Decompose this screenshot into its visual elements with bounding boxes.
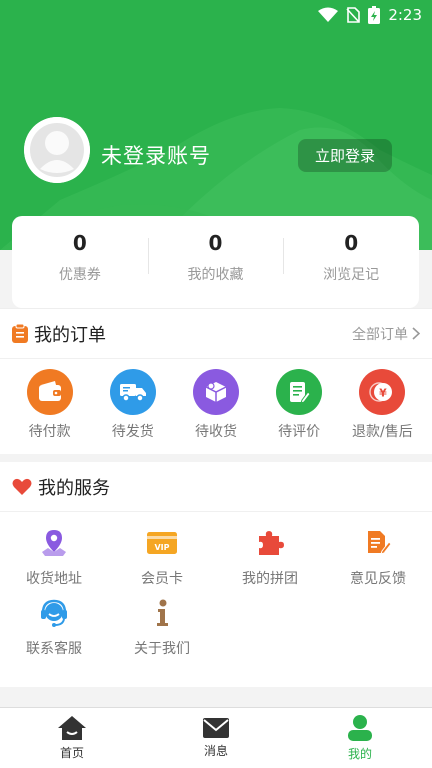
tab-label: 消息 [203, 744, 228, 758]
headset-icon [37, 596, 71, 630]
vip-badge: VIP [154, 543, 169, 552]
status-bar: 2:23 [0, 0, 432, 30]
order-label: 待评价 [278, 424, 321, 440]
service-vip-card[interactable]: VIP 会员卡 [108, 526, 216, 588]
service-label: 我的拼团 [242, 571, 298, 587]
stat-label: 我的收藏 [187, 267, 244, 283]
orders-section: 我的订单 全部订单 待付款 待发货 待收货 待评价 ¥ 退款/售后 [0, 308, 432, 454]
tab-label: 我的 [347, 747, 372, 761]
stat-value: 0 [208, 231, 223, 255]
login-button[interactable]: 立即登录 [298, 139, 392, 172]
services-header: 我的服务 [0, 462, 432, 512]
vip-card-icon: VIP [145, 526, 179, 560]
login-name[interactable]: 未登录账号 [101, 140, 211, 170]
service-address[interactable]: 收货地址 [0, 526, 108, 588]
tab-profile[interactable]: 我的 [288, 708, 432, 768]
order-pending-shipment[interactable]: 待发货 [92, 369, 174, 441]
home-icon [58, 716, 86, 740]
puzzle-icon [253, 526, 287, 560]
services-section: 我的服务 收货地址 VIP 会员卡 我的拼团 意见反馈 联系客服 关于我们 [0, 462, 432, 687]
default-avatar-icon [24, 117, 90, 183]
stat-label: 优惠券 [58, 267, 101, 283]
refund-icon: ¥ [359, 369, 406, 415]
service-label: 意见反馈 [350, 571, 406, 587]
tab-label: 首页 [59, 746, 84, 760]
order-label: 待发货 [111, 424, 154, 440]
chevron-right-icon [412, 327, 420, 340]
stat-value: 0 [72, 231, 87, 255]
clipboard-icon [12, 324, 28, 343]
review-icon [276, 369, 323, 415]
order-label: 待付款 [28, 424, 71, 440]
tab-home[interactable]: 首页 [0, 708, 144, 768]
heart-icon [12, 478, 32, 495]
services-grid: 收货地址 VIP 会员卡 我的拼团 意见反馈 联系客服 关于我们 [0, 512, 432, 658]
stat-coupons[interactable]: 0 优惠券 [12, 216, 148, 308]
service-label: 收货地址 [26, 571, 82, 587]
order-refund[interactable]: ¥ 退款/售后 [341, 369, 423, 441]
stats-card: 0 优惠券 0 我的收藏 0 浏览足记 [12, 216, 419, 308]
svg-text:¥: ¥ [380, 387, 388, 400]
avatar[interactable] [24, 117, 90, 183]
stat-label: 浏览足记 [323, 267, 380, 283]
all-orders-link[interactable]: 全部订单 [352, 324, 420, 344]
status-time: 2:23 [388, 6, 422, 24]
map-pin-icon [37, 526, 71, 560]
no-sim-icon [346, 7, 361, 23]
profile-header: 2:23 未登录账号 立即登录 [0, 0, 432, 250]
user-icon [348, 715, 372, 741]
battery-charging-icon [368, 6, 381, 24]
order-label: 退款/售后 [351, 424, 413, 440]
stat-history[interactable]: 0 浏览足记 [283, 216, 419, 308]
order-pending-review[interactable]: 待评价 [258, 369, 340, 441]
service-customer-support[interactable]: 联系客服 [0, 596, 108, 658]
service-label: 会员卡 [141, 571, 183, 587]
bottom-tab-bar: 首页 消息 我的 [0, 707, 432, 768]
order-status-row: 待付款 待发货 待收货 待评价 ¥ 退款/售后 [0, 359, 432, 441]
truck-icon [109, 369, 156, 415]
mail-icon [203, 718, 229, 738]
tab-messages[interactable]: 消息 [144, 708, 288, 768]
service-feedback[interactable]: 意见反馈 [324, 526, 432, 588]
feedback-icon [361, 526, 395, 560]
stat-value: 0 [344, 231, 359, 255]
service-label: 联系客服 [26, 641, 82, 657]
orders-title: 我的订单 [34, 324, 106, 346]
service-label: 关于我们 [134, 641, 190, 657]
orders-header: 我的订单 全部订单 [0, 309, 432, 359]
box-icon [192, 369, 239, 415]
order-pending-receipt[interactable]: 待收货 [175, 369, 257, 441]
order-label: 待收货 [194, 424, 237, 440]
wallet-icon [26, 369, 73, 415]
info-icon [145, 596, 179, 630]
wifi-icon [318, 7, 339, 22]
services-title: 我的服务 [38, 477, 110, 499]
service-group-buy[interactable]: 我的拼团 [216, 526, 324, 588]
stat-favorites[interactable]: 0 我的收藏 [147, 216, 284, 308]
service-about-us[interactable]: 关于我们 [108, 596, 216, 658]
order-pending-payment[interactable]: 待付款 [9, 369, 91, 441]
all-orders-label: 全部订单 [352, 326, 408, 343]
